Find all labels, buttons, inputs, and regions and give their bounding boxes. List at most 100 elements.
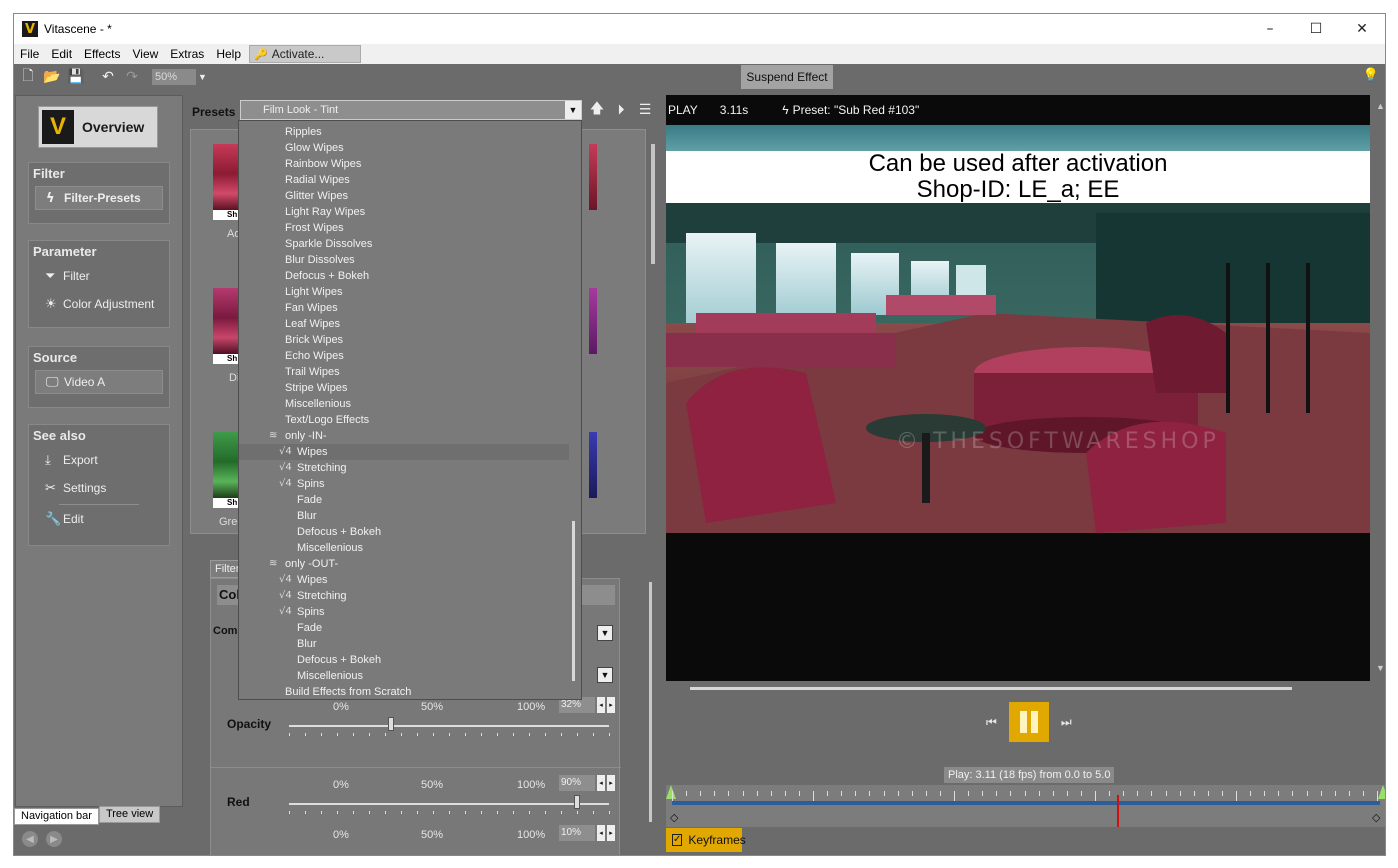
dropdown-item[interactable]: Fan Wipes — [239, 300, 569, 316]
playhead[interactable] — [1117, 795, 1119, 827]
dropdown-item[interactable]: Leaf Wipes — [239, 316, 569, 332]
keyframes-checkbox[interactable]: ✓ — [672, 834, 683, 846]
dropdown-item[interactable]: Sparkle Dissolves — [239, 236, 569, 252]
dropdown-item[interactable]: Defocus + Bokeh — [239, 268, 569, 284]
close-button[interactable]: ✕ — [1339, 14, 1385, 44]
dropdown-item[interactable]: ≋ only -OUT- — [239, 556, 569, 572]
zoom-dropdown-icon[interactable]: ▼ — [198, 72, 207, 82]
zoom-select[interactable]: 50% — [152, 69, 196, 85]
save-icon[interactable]: 💾 — [66, 67, 86, 87]
thumbnail-image[interactable] — [589, 144, 597, 210]
keyframe-diamond-icon[interactable]: ◇ — [670, 811, 678, 824]
dropdown-item[interactable]: Miscellenious — [239, 396, 569, 412]
decrement-icon[interactable]: ◂ — [597, 775, 605, 791]
chevron-down-icon[interactable]: ▼ — [565, 101, 581, 119]
preset-thumbnail[interactable]: Sh — [213, 288, 239, 366]
thumbnail-image[interactable] — [589, 288, 597, 354]
mode-dropdown-icon[interactable]: ▼ — [597, 667, 613, 683]
activate-button[interactable]: 🔑 Activate... — [249, 45, 361, 63]
nav-item-edit[interactable]: 🔧 Edit — [35, 507, 163, 531]
dropdown-item[interactable]: Glow Wipes — [239, 140, 569, 156]
keyframes-toggle[interactable]: ✓ Keyframes — [666, 828, 746, 852]
decrement-icon[interactable]: ◂ — [597, 825, 605, 841]
comp-dropdown-icon[interactable]: ▼ — [597, 625, 613, 641]
dropdown-item[interactable]: √4 Stretching — [239, 460, 569, 476]
dropdown-item[interactable]: Trail Wipes — [239, 364, 569, 380]
dropdown-item[interactable]: Blur — [239, 508, 569, 524]
nav-item-color-adjustment[interactable]: ☀ Color Adjustment — [35, 292, 163, 316]
menu-help[interactable]: Help — [210, 47, 247, 61]
lightbulb-icon[interactable]: 💡 — [1363, 68, 1379, 83]
dropdown-item[interactable]: Miscellenious — [239, 540, 569, 556]
preset-thumbnail[interactable]: Sh — [213, 144, 239, 222]
dropdown-item[interactable]: √4 Stretching — [239, 588, 569, 604]
increment-icon[interactable]: ▸ — [607, 825, 615, 841]
dropdown-item[interactable]: Frost Wipes — [239, 220, 569, 236]
dropdown-item[interactable]: Radial Wipes — [239, 172, 569, 188]
presets-scrollbar[interactable] — [651, 144, 655, 264]
scroll-down-icon[interactable]: ▼ — [1376, 663, 1385, 673]
minimize-button[interactable]: – — [1247, 14, 1293, 44]
undo-icon[interactable]: ↶ — [98, 67, 118, 87]
dropdown-item[interactable]: √4 Spins — [239, 604, 569, 620]
dropdown-item[interactable]: ≋ only -IN- — [239, 428, 569, 444]
dropdown-item[interactable]: Text/Logo Effects — [239, 412, 569, 428]
dropdown-item[interactable]: Build Effects from Scratch — [239, 684, 569, 699]
dropdown-item[interactable]: Ripples — [239, 124, 569, 140]
increment-icon[interactable]: ▸ — [607, 775, 615, 791]
start-marker-icon[interactable] — [666, 785, 676, 799]
dropdown-item[interactable]: Blur — [239, 636, 569, 652]
list-view-icon[interactable]: ☰ — [636, 101, 654, 119]
redo-icon[interactable]: ↷ — [122, 67, 142, 87]
nav-item-export[interactable]: ⤓ Export — [35, 448, 163, 472]
forward-arrow-icon[interactable]: ▶ — [46, 831, 62, 847]
slider-thumb[interactable] — [574, 795, 580, 809]
open-folder-icon[interactable]: 📂 — [42, 67, 62, 87]
dropdown-item[interactable]: Brick Wipes — [239, 332, 569, 348]
dropdown-item[interactable]: Fade — [239, 492, 569, 508]
menu-edit[interactable]: Edit — [45, 47, 78, 61]
preview-vertical-scrollbar[interactable]: ▲ ▼ — [1370, 95, 1385, 681]
nav-item-filter[interactable]: ⏷ Filter — [35, 264, 163, 288]
increment-icon[interactable]: ▸ — [607, 697, 615, 713]
slider-track[interactable] — [289, 803, 609, 805]
dropdown-item[interactable]: √4 Spins — [239, 476, 569, 492]
dropdown-item[interactable]: Miscellenious — [239, 668, 569, 684]
pause-button[interactable] — [1008, 702, 1049, 742]
dropdown-item[interactable]: Glitter Wipes — [239, 188, 569, 204]
menu-view[interactable]: View — [127, 47, 165, 61]
slider-track[interactable] — [289, 725, 609, 727]
dropdown-item[interactable]: Blur Dissolves — [239, 252, 569, 268]
arrow-up-icon[interactable]: 🡅 — [588, 101, 606, 119]
dropdown-item[interactable]: √4 Wipes — [239, 572, 569, 588]
slider-thumb[interactable] — [388, 717, 395, 731]
slider-value-box[interactable]: 90% — [559, 775, 595, 791]
timeline-bar[interactable] — [672, 801, 1380, 805]
thumbnail-image[interactable] — [589, 432, 597, 498]
slider-value-box[interactable]: 10% — [559, 825, 595, 841]
dropdown-item[interactable]: Echo Wipes — [239, 348, 569, 364]
filter-scrollbar[interactable] — [649, 582, 652, 822]
preset-thumbnail[interactable]: Sh — [213, 432, 239, 510]
play-preview-icon[interactable]: ⏵ — [612, 101, 630, 119]
back-arrow-icon[interactable]: ◀ — [22, 831, 38, 847]
dropdown-item[interactable]: √4 Wipes — [239, 444, 569, 460]
keyframe-diamond-icon[interactable]: ◇ — [1372, 811, 1380, 824]
dropdown-item[interactable]: Stripe Wipes — [239, 380, 569, 396]
scroll-up-icon[interactable]: ▲ — [1376, 101, 1385, 111]
preset-category-select[interactable]: Film Look - Tint ▼ — [240, 100, 582, 120]
nav-item-settings[interactable]: ✂ Settings — [35, 476, 163, 500]
menu-extras[interactable]: Extras — [164, 47, 210, 61]
suspend-effect-button[interactable]: Suspend Effect — [741, 65, 833, 89]
dropdown-item[interactable]: Fade — [239, 620, 569, 636]
menu-effects[interactable]: Effects — [78, 47, 126, 61]
new-file-icon[interactable]: 🗋 — [18, 67, 38, 87]
skip-back-icon[interactable]: ⏮ — [986, 715, 997, 730]
timeline[interactable]: ◇ ◇ — [666, 785, 1385, 827]
maximize-button[interactable]: ☐ — [1293, 14, 1339, 44]
tab-navigation-bar[interactable]: Navigation bar — [14, 808, 99, 825]
end-marker-icon[interactable] — [1378, 785, 1385, 799]
skip-forward-icon[interactable]: ⏭ — [1061, 715, 1072, 730]
filter-presets-button[interactable]: ϟ Filter-Presets — [35, 186, 163, 210]
dropdown-scrollbar[interactable] — [572, 521, 575, 681]
